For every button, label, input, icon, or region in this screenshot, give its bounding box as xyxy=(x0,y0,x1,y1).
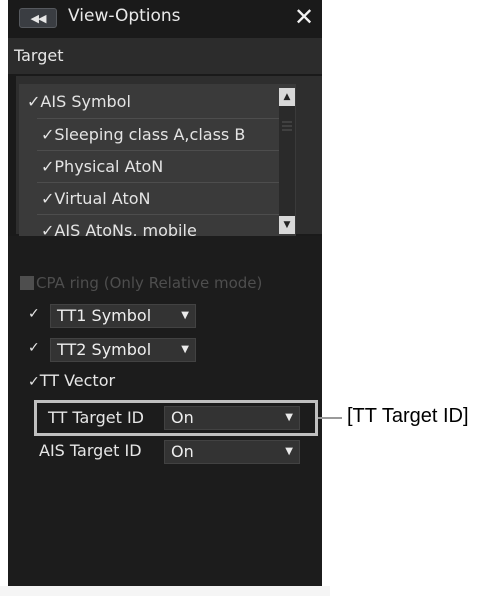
window-title: View-Options xyxy=(68,6,181,26)
callout-leader-line xyxy=(318,417,342,419)
double-chevron-left-icon: ◀◀ xyxy=(30,11,47,25)
list-item-label: Physical AtoN xyxy=(54,157,164,176)
list-item[interactable]: ✓AIS AtoNs, mobile xyxy=(41,221,197,236)
divider xyxy=(37,150,279,151)
checkbox-ais-symbol[interactable]: ✓ xyxy=(27,92,40,111)
checkbox-cpa-ring xyxy=(20,276,34,290)
cpa-ring-label: CPA ring (Only Relative mode) xyxy=(36,274,263,292)
list-scrollbar[interactable]: ▲ ▼ xyxy=(279,88,295,234)
tt1-symbol-value: TT1 Symbol xyxy=(57,306,152,325)
list-item-label: AIS AtoNs, mobile xyxy=(54,221,197,236)
callout-label: [TT Target ID] xyxy=(347,405,469,427)
close-icon[interactable]: ✕ xyxy=(294,3,314,31)
checkbox-tt1-symbol[interactable]: ✓ xyxy=(28,306,40,322)
chevron-down-icon: ▼ xyxy=(285,446,293,457)
checkbox-virtual-aton[interactable]: ✓ xyxy=(41,189,54,208)
target-listbox[interactable]: ✓AIS Symbol ✓Sleeping class A,class B ✓P… xyxy=(19,84,296,236)
section-header-target: Target xyxy=(8,38,322,74)
chevron-down-icon: ▼ xyxy=(181,344,189,355)
cpa-ring-option: CPA ring (Only Relative mode) xyxy=(20,274,262,292)
list-item[interactable]: ✓Sleeping class A,class B xyxy=(41,125,245,144)
tt2-symbol-value: TT2 Symbol xyxy=(57,340,152,359)
tt1-symbol-dropdown[interactable]: TT1 Symbol ▼ xyxy=(50,304,196,328)
scroll-down-button[interactable]: ▼ xyxy=(279,216,295,234)
divider xyxy=(37,182,279,183)
title-bar: ◀◀ View-Options ✕ xyxy=(8,0,322,36)
list-item[interactable]: ✓Physical AtoN xyxy=(41,157,163,176)
checkbox-physical-aton[interactable]: ✓ xyxy=(41,157,54,176)
checkbox-sleeping-class[interactable]: ✓ xyxy=(41,125,54,144)
tt-vector-label: TT Vector xyxy=(39,371,116,390)
divider xyxy=(37,118,279,119)
checkbox-ais-atons-mobile[interactable]: ✓ xyxy=(41,221,54,236)
ais-target-id-label: AIS Target ID xyxy=(39,441,142,460)
tt-vector-option[interactable]: ✓TT Vector xyxy=(28,371,115,390)
ais-target-id-dropdown[interactable]: On ▼ xyxy=(164,440,300,464)
bottom-edge xyxy=(0,586,330,596)
checkbox-tt-vector[interactable]: ✓ xyxy=(28,374,40,390)
checkbox-tt2-symbol[interactable]: ✓ xyxy=(28,340,40,356)
list-item-label: Sleeping class A,class B xyxy=(54,125,246,144)
list-item-label: AIS Symbol xyxy=(40,92,131,111)
arrow-down-icon: ▼ xyxy=(283,220,291,230)
arrow-up-icon: ▲ xyxy=(283,92,291,102)
list-item[interactable]: ✓AIS Symbol xyxy=(27,92,131,111)
scroll-thumb[interactable] xyxy=(282,118,292,132)
tt2-symbol-dropdown[interactable]: TT2 Symbol ▼ xyxy=(50,338,196,362)
list-item[interactable]: ✓Virtual AtoN xyxy=(41,189,150,208)
divider xyxy=(37,214,279,215)
list-item-label: Virtual AtoN xyxy=(54,189,151,208)
ais-target-id-value: On xyxy=(171,442,194,461)
tt-target-id-highlight xyxy=(34,400,318,436)
scroll-up-button[interactable]: ▲ xyxy=(279,88,295,106)
collapse-button[interactable]: ◀◀ xyxy=(19,8,57,28)
chevron-down-icon: ▼ xyxy=(181,310,189,321)
